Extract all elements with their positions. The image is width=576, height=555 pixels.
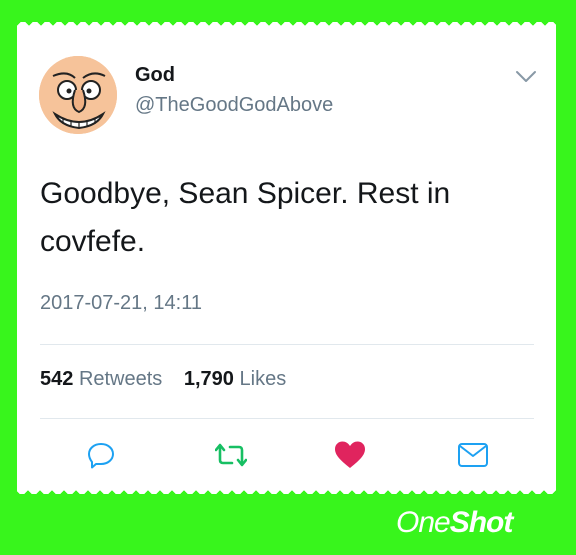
- mail-icon: [458, 443, 488, 467]
- tweet-text: Goodbye, Sean Spicer. Rest in covfefe.: [40, 177, 451, 258]
- tweet-card: God @TheGoodGodAbove Goodbye, Sean Spice…: [17, 21, 556, 494]
- chevron-down-icon[interactable]: [513, 67, 539, 87]
- like-button[interactable]: [332, 437, 368, 473]
- retweets-count[interactable]: 542: [40, 368, 73, 390]
- divider: [40, 344, 534, 345]
- likes-count[interactable]: 1,790: [184, 368, 234, 390]
- oneshot-watermark: OneShot: [396, 506, 513, 539]
- likes-label[interactable]: Likes: [240, 368, 287, 390]
- avatar[interactable]: [39, 56, 117, 134]
- tweet-timestamp[interactable]: 2017-07-21, 14:11: [40, 292, 202, 315]
- retweet-button[interactable]: [213, 437, 249, 473]
- author-name[interactable]: God: [135, 64, 175, 87]
- author-handle[interactable]: @TheGoodGodAbove: [135, 94, 333, 117]
- avatar-face-icon: [39, 56, 117, 134]
- retweets-label[interactable]: Retweets: [79, 368, 162, 390]
- reply-button[interactable]: [83, 437, 119, 473]
- heart-icon: [335, 441, 365, 468]
- retweet-icon: [215, 443, 247, 467]
- reply-icon: [88, 443, 114, 469]
- engagement-stats: 542 Retweets 1,790 Likes: [40, 368, 286, 391]
- share-button[interactable]: [455, 437, 491, 473]
- divider: [40, 418, 534, 419]
